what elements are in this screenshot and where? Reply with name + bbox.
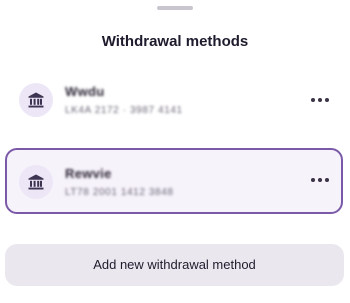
method-name: Wwdu bbox=[65, 84, 105, 99]
more-options-icon[interactable] bbox=[309, 92, 331, 108]
withdrawal-methods-sheet: Withdrawal methods Wwdu LK4A 2172 · 3987… bbox=[0, 0, 350, 303]
add-withdrawal-method-button[interactable]: Add new withdrawal method bbox=[5, 244, 344, 286]
more-options-icon[interactable] bbox=[309, 172, 331, 188]
bank-icon bbox=[19, 83, 53, 117]
withdrawal-method-item[interactable]: Wwdu LK4A 2172 · 3987 4141 bbox=[5, 68, 343, 134]
bank-icon bbox=[19, 165, 53, 199]
method-details: LT78 2001 1412 3848 bbox=[65, 187, 174, 198]
sheet-title: Withdrawal methods bbox=[101, 33, 249, 50]
withdrawal-method-item-selected[interactable]: Rewvie LT78 2001 1412 3848 bbox=[5, 148, 343, 214]
method-details: LK4A 2172 · 3987 4141 bbox=[65, 105, 183, 116]
drag-handle[interactable] bbox=[157, 6, 193, 10]
bank-icon-glyph bbox=[28, 92, 44, 108]
bank-icon-glyph bbox=[28, 174, 44, 190]
method-name: Rewvie bbox=[65, 166, 112, 181]
